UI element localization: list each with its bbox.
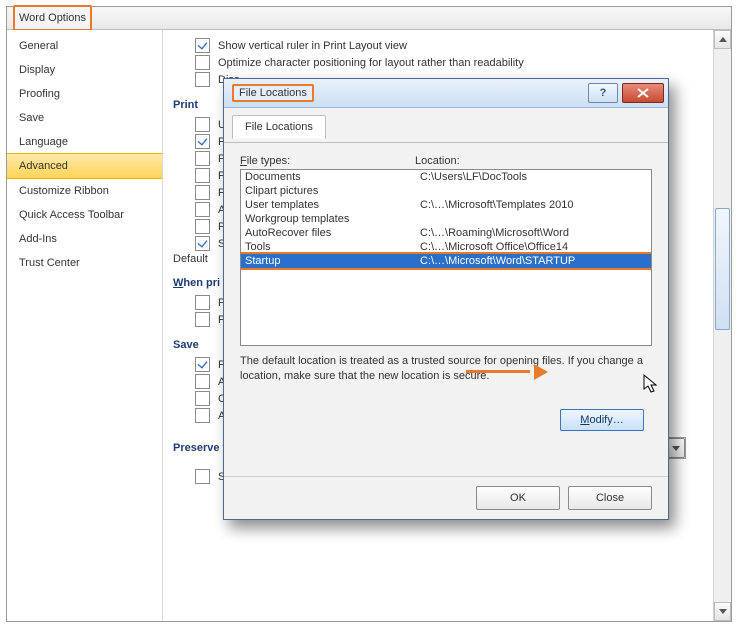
word-options-title: Word Options (13, 5, 92, 31)
checkbox[interactable] (195, 38, 210, 53)
checkbox[interactable] (195, 391, 210, 406)
sidebar-item-display[interactable]: Display (7, 58, 162, 82)
option-label: Optimize character positioning for layou… (218, 57, 524, 69)
list-item[interactable]: User templatesC:\…\Microsoft\Templates 2… (241, 198, 651, 212)
checkbox[interactable] (195, 168, 210, 183)
checkbox[interactable] (195, 134, 210, 149)
dialog-help-text: The default location is treated as a tru… (240, 354, 652, 384)
sidebar-item-general[interactable]: General (7, 34, 162, 58)
preserve-combo-dropdown[interactable] (667, 438, 685, 458)
scrollbar-track[interactable] (714, 48, 731, 603)
content-scrollbar[interactable] (713, 30, 731, 621)
close-icon (636, 88, 650, 98)
sidebar-item-add-ins[interactable]: Add-Ins (7, 227, 162, 251)
checkbox[interactable] (195, 72, 210, 87)
option-label: Show vertical ruler in Print Layout view (218, 40, 407, 52)
list-item[interactable]: StartupC:\…\Microsoft\Word\STARTUP (241, 252, 651, 270)
sidebar-item-customize-ribbon[interactable]: Customize Ribbon (7, 179, 162, 203)
checkbox[interactable] (195, 219, 210, 234)
default-label: Default (173, 253, 208, 265)
ok-button[interactable]: OK (476, 486, 560, 510)
chevron-up-icon (719, 37, 727, 42)
file-locations-dialog: File Locations ? File Locations File typ… (223, 78, 669, 520)
sidebar-item-save[interactable]: Save (7, 106, 162, 130)
close-button[interactable]: Close (568, 486, 652, 510)
dialog-close-button[interactable] (622, 83, 664, 103)
checkbox[interactable] (195, 236, 210, 251)
chevron-down-icon (672, 446, 680, 451)
checkbox[interactable] (195, 295, 210, 310)
save-form-data-checkbox[interactable] (195, 469, 210, 484)
list-item[interactable]: Workgroup templates (241, 212, 651, 226)
checkbox[interactable] (195, 408, 210, 423)
options-sidebar: GeneralDisplayProofingSaveLanguageAdvanc… (7, 30, 163, 621)
checkbox[interactable] (195, 202, 210, 217)
list-item[interactable]: AutoRecover filesC:\…\Roaming\Microsoft\… (241, 226, 651, 240)
checkbox[interactable] (195, 374, 210, 389)
sidebar-item-proofing[interactable]: Proofing (7, 82, 162, 106)
dialog-titlebar[interactable]: File Locations ? (224, 79, 668, 108)
checkbox[interactable] (195, 357, 210, 372)
list-item[interactable]: Clipart pictures (241, 184, 651, 198)
word-options-titlebar: Word Options (7, 7, 731, 30)
header-location: Location: (415, 155, 460, 167)
chevron-down-icon (719, 609, 727, 614)
scrollbar-thumb[interactable] (715, 208, 730, 330)
checkbox[interactable] (195, 117, 210, 132)
file-locations-list[interactable]: DocumentsC:\Users\LF\DocToolsClipart pic… (240, 169, 652, 346)
option-row: Show vertical ruler in Print Layout view (195, 38, 723, 53)
checkbox[interactable] (195, 151, 210, 166)
checkbox[interactable] (195, 312, 210, 327)
option-row: Optimize character positioning for layou… (195, 55, 723, 70)
dialog-tabstrip: File Locations (224, 108, 668, 143)
dialog-title: File Locations (232, 84, 314, 102)
sidebar-item-trust-center[interactable]: Trust Center (7, 251, 162, 275)
modify-button[interactable]: Modify… (560, 409, 644, 431)
sidebar-item-quick-access-toolbar[interactable]: Quick Access Toolbar (7, 203, 162, 227)
list-item[interactable]: DocumentsC:\Users\LF\DocTools (241, 170, 651, 184)
sidebar-item-language[interactable]: Language (7, 130, 162, 154)
scroll-up-button[interactable] (714, 30, 731, 49)
scroll-down-button[interactable] (714, 602, 731, 621)
checkbox[interactable] (195, 55, 210, 70)
checkbox[interactable] (195, 185, 210, 200)
sidebar-item-advanced[interactable]: Advanced (7, 153, 162, 179)
tab-file-locations[interactable]: File Locations (232, 115, 326, 139)
dialog-help-button[interactable]: ? (588, 83, 618, 103)
header-file-types: File types: (240, 155, 415, 167)
